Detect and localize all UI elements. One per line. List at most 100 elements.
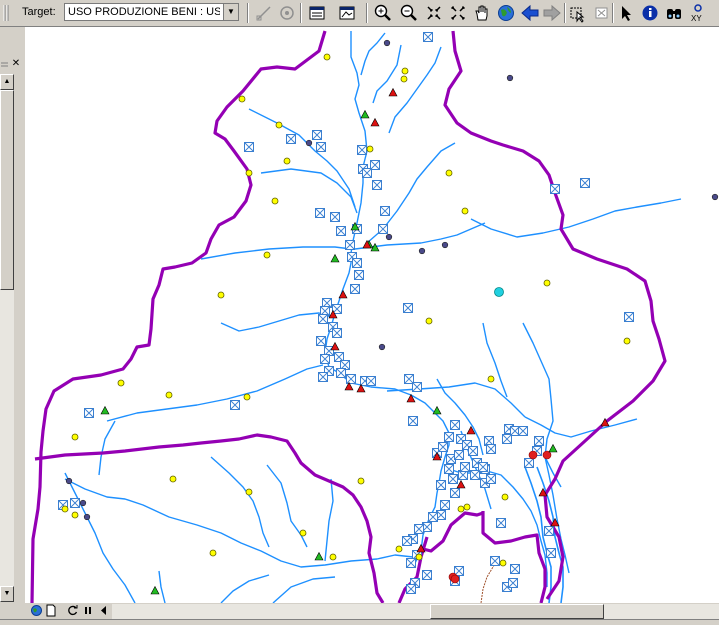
data-view-icon[interactable] xyxy=(30,604,43,617)
river-line xyxy=(470,198,682,238)
yellow-point xyxy=(329,553,337,561)
toolbar-separator xyxy=(612,3,614,23)
scroll-down-icon[interactable]: ▼ xyxy=(0,586,14,602)
status-bar xyxy=(0,619,719,625)
cyan-point xyxy=(494,287,504,297)
map-display[interactable] xyxy=(25,27,719,603)
goto-xy-icon[interactable]: XY xyxy=(688,3,708,23)
river-line xyxy=(158,570,166,603)
toolbar-separator xyxy=(247,3,249,23)
forward-extent-icon[interactable] xyxy=(542,3,562,23)
river-line xyxy=(372,44,402,104)
river-line xyxy=(272,576,336,603)
river-line xyxy=(360,32,386,76)
select-elements-icon[interactable] xyxy=(616,3,636,23)
pan-icon[interactable] xyxy=(472,3,492,23)
river-line xyxy=(324,478,334,562)
green-triangle-point xyxy=(314,551,324,561)
red-triangle-point xyxy=(370,117,380,127)
scroll-up-icon[interactable]: ▲ xyxy=(0,74,14,90)
yellow-point xyxy=(209,549,217,557)
river-line xyxy=(106,364,324,422)
table-of-contents-panel: ✕ ▲ ▼ xyxy=(0,27,25,603)
zoom-out-icon[interactable] xyxy=(399,3,419,23)
target-label: Target: xyxy=(22,6,56,18)
main-toolbar: Target: USO PRODUZIONE BENI : USO P ▼ xyxy=(0,0,719,27)
identify-icon[interactable] xyxy=(640,3,660,23)
rotate-icon[interactable] xyxy=(277,3,297,23)
yellow-point xyxy=(463,503,471,511)
yellow-point xyxy=(169,475,177,483)
river-line xyxy=(64,472,136,603)
yellow-point xyxy=(245,488,253,496)
yellow-point xyxy=(501,493,509,501)
yellow-point xyxy=(623,337,631,345)
dark-point xyxy=(711,193,719,201)
yellow-point xyxy=(245,169,253,177)
horizontal-scroll-thumb[interactable] xyxy=(430,604,604,619)
zoom-in-icon[interactable] xyxy=(373,3,393,23)
refresh-icon[interactable] xyxy=(66,604,79,617)
river-line xyxy=(388,46,442,134)
fixed-zoom-out-icon[interactable] xyxy=(448,3,468,23)
horizontal-scrollbar[interactable] xyxy=(112,604,719,619)
dark-point xyxy=(79,499,87,507)
green-triangle-point xyxy=(360,109,370,119)
dark-point xyxy=(506,74,514,82)
yellow-point xyxy=(445,169,453,177)
yellow-point xyxy=(217,291,225,299)
yellow-point xyxy=(395,545,403,553)
yellow-point xyxy=(457,505,465,513)
red-triangle-point xyxy=(456,479,466,489)
yellow-point xyxy=(487,375,495,383)
pause-icon[interactable] xyxy=(82,604,95,617)
green-triangle-point xyxy=(100,405,110,415)
yellow-point xyxy=(357,477,365,485)
river-line xyxy=(210,456,270,548)
yellow-point xyxy=(499,559,507,567)
yellow-point xyxy=(271,197,279,205)
yellow-point xyxy=(117,379,125,387)
red-triangle-point xyxy=(338,289,348,299)
dark-point xyxy=(65,477,73,485)
yellow-point xyxy=(263,251,271,259)
find-icon[interactable] xyxy=(664,3,684,23)
dark-point xyxy=(441,241,449,249)
dark-point xyxy=(83,513,91,521)
vertical-scroll-thumb[interactable] xyxy=(0,90,14,290)
panel-grip[interactable] xyxy=(0,59,9,70)
vertical-scrollbar[interactable]: ▲ ▼ xyxy=(0,74,14,602)
target-layer-select[interactable]: USO PRODUZIONE BENI : USO P ▼ xyxy=(64,3,239,21)
layout-view-icon[interactable] xyxy=(44,604,57,617)
full-extent-icon[interactable] xyxy=(496,3,516,23)
clear-selection-icon[interactable] xyxy=(592,3,612,23)
river-line xyxy=(524,416,638,438)
river-line xyxy=(220,574,270,603)
scroll-left-icon[interactable] xyxy=(98,604,111,617)
toolbar-separator xyxy=(300,3,302,23)
image-window-icon[interactable] xyxy=(337,3,357,23)
yellow-point xyxy=(366,145,374,153)
select-features-icon[interactable] xyxy=(568,3,588,23)
river-line xyxy=(64,478,414,568)
yellow-point xyxy=(243,393,251,401)
yellow-point xyxy=(425,317,433,325)
dark-point xyxy=(378,343,386,351)
yellow-point xyxy=(401,67,409,75)
dark-point xyxy=(418,247,426,255)
close-icon[interactable]: ✕ xyxy=(10,59,22,70)
fixed-zoom-in-icon[interactable] xyxy=(424,3,444,23)
red-circle-point xyxy=(450,574,460,584)
chevron-down-icon[interactable]: ▼ xyxy=(223,4,238,20)
attribute-table-icon[interactable] xyxy=(307,3,327,23)
edit-sketch-icon[interactable] xyxy=(254,3,274,23)
river-line xyxy=(248,108,356,208)
river-line xyxy=(200,246,352,260)
back-extent-icon[interactable] xyxy=(520,3,540,23)
map-canvas[interactable] xyxy=(25,27,719,603)
view-bar xyxy=(0,603,719,619)
yellow-point xyxy=(275,121,283,129)
dark-point xyxy=(383,39,391,47)
toolbar-grip[interactable] xyxy=(2,3,10,23)
yellow-point xyxy=(461,207,469,215)
